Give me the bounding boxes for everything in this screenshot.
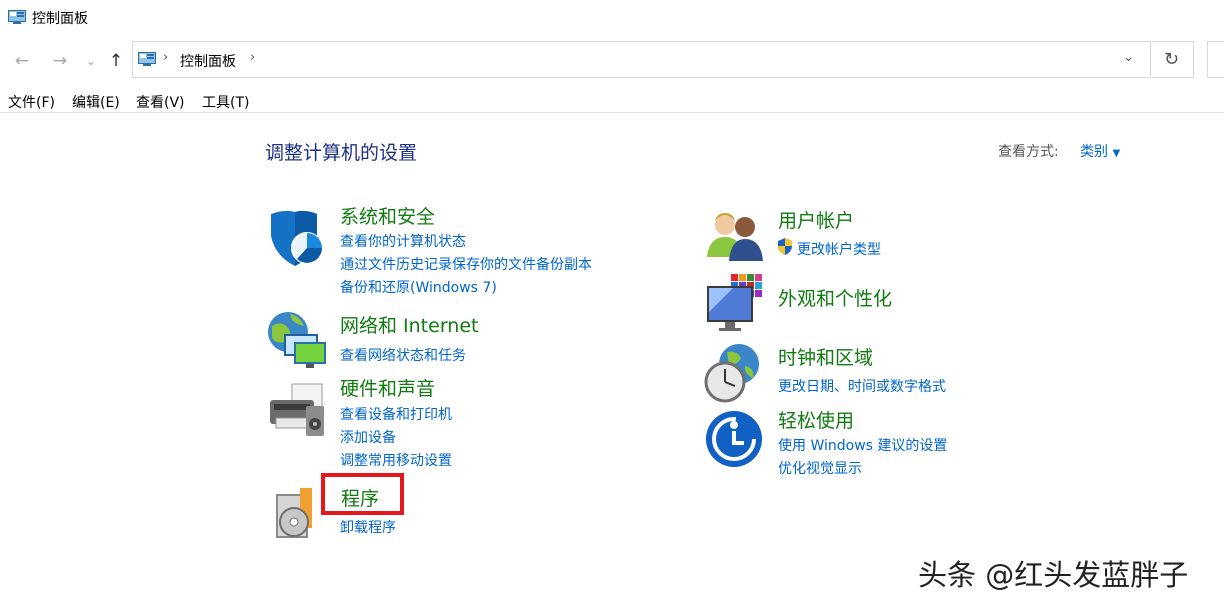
category-appearance[interactable]: 外观和个性化 xyxy=(778,284,892,311)
category-ease-of-access[interactable]: 轻松使用 xyxy=(778,406,854,433)
link-view-devices-printers[interactable]: 查看设备和打印机 xyxy=(340,404,452,424)
link-backup-restore[interactable]: 备份和还原(Windows 7) xyxy=(340,277,497,297)
link-uninstall-program[interactable]: 卸载程序 xyxy=(340,517,396,537)
breadcrumb-control-panel[interactable]: 控制面板 xyxy=(180,51,236,71)
category-hardware-sound[interactable]: 硬件和声音 xyxy=(340,374,435,401)
menu-tools[interactable]: 工具(T) xyxy=(202,92,249,112)
recent-chevron-down-icon[interactable]: ⌄ xyxy=(80,50,102,72)
link-view-network-status[interactable]: 查看网络状态和任务 xyxy=(340,345,466,365)
link-windows-recommended-settings[interactable]: 使用 Windows 建议的设置 xyxy=(778,435,947,455)
address-bar[interactable]: › 控制面板 › ⌄ xyxy=(132,41,1151,78)
clock-globe-icon[interactable] xyxy=(703,342,765,404)
page-title: 调整计算机的设置 xyxy=(265,142,418,164)
appearance-monitor-icon[interactable] xyxy=(705,272,767,334)
menu-view[interactable]: 查看(V) xyxy=(136,92,185,112)
shield-icon[interactable] xyxy=(267,208,329,270)
link-view-computer-status[interactable]: 查看你的计算机状态 xyxy=(340,231,466,251)
category-network-internet[interactable]: 网络和 Internet xyxy=(340,311,478,338)
refresh-button[interactable]: ↻ xyxy=(1152,41,1194,78)
printer-icon[interactable] xyxy=(266,378,328,440)
watermark: 头条 @红头发蓝胖子 xyxy=(918,558,1189,592)
search-input[interactable] xyxy=(1207,41,1224,78)
up-icon[interactable]: ↑ xyxy=(105,50,127,72)
link-file-history-backup[interactable]: 通过文件历史记录保存你的文件备份副本 xyxy=(340,254,592,274)
network-globe-icon[interactable] xyxy=(266,308,328,370)
category-system-security[interactable]: 系统和安全 xyxy=(340,202,435,229)
link-optimize-visual-display[interactable]: 优化视觉显示 xyxy=(778,458,862,478)
view-by-label: 查看方式: xyxy=(998,144,1059,160)
uac-shield-icon xyxy=(778,238,792,255)
control-panel-icon xyxy=(8,10,26,24)
forward-icon[interactable]: → xyxy=(49,50,71,72)
caret-down-icon: ▼ xyxy=(1112,148,1121,159)
window-title: 控制面板 xyxy=(32,11,88,27)
title-bar: 控制面板 xyxy=(0,0,1224,36)
link-add-device[interactable]: 添加设备 xyxy=(340,427,396,447)
menu-bar: 文件(F) 编辑(E) 查看(V) 工具(T) xyxy=(0,88,1224,113)
address-history-chevron-down-icon[interactable]: ⌄ xyxy=(1123,50,1134,65)
view-by-dropdown[interactable]: 类别 ▼ xyxy=(1080,141,1120,161)
refresh-icon: ↻ xyxy=(1164,49,1180,70)
ease-of-access-icon[interactable] xyxy=(704,409,766,471)
breadcrumb-chevron-right-icon[interactable]: › xyxy=(250,50,255,65)
category-user-accounts[interactable]: 用户帐户 xyxy=(778,206,854,233)
link-mobility-settings[interactable]: 调整常用移动设置 xyxy=(340,450,452,470)
breadcrumb-chevron-right-icon[interactable]: › xyxy=(163,50,168,65)
control-panel-icon xyxy=(138,52,156,66)
category-clock-region[interactable]: 时钟和区域 xyxy=(778,343,873,370)
menu-file[interactable]: 文件(F) xyxy=(8,92,55,112)
link-change-account-type[interactable]: 更改帐户类型 xyxy=(797,239,881,259)
category-programs[interactable]: 程序 xyxy=(341,484,379,511)
user-accounts-icon[interactable] xyxy=(705,205,767,267)
back-icon[interactable]: ← xyxy=(11,50,33,72)
view-by-value: 类别 xyxy=(1080,144,1108,160)
link-change-date-time-format[interactable]: 更改日期、时间或数字格式 xyxy=(778,376,946,396)
menu-edit[interactable]: 编辑(E) xyxy=(72,92,120,112)
